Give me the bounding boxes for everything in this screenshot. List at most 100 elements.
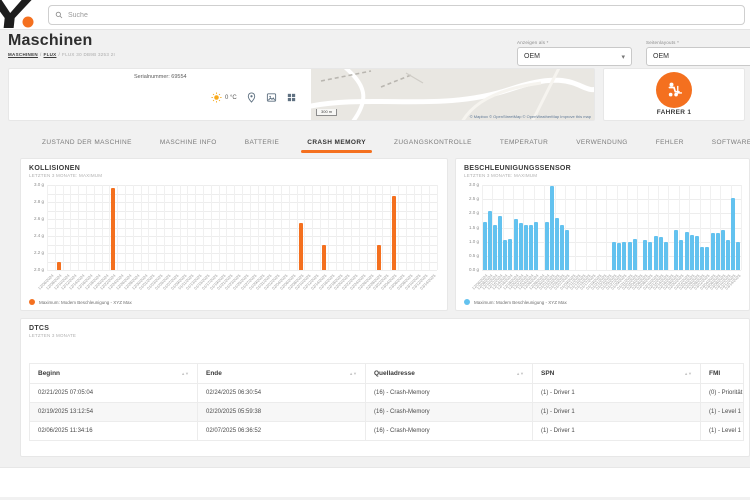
column-header-fmi[interactable]: FMI [701,364,744,384]
tab-maschine-info[interactable]: MASCHINE INFO [146,131,231,153]
tab-temperatur[interactable]: TEMPERATUR [486,131,562,153]
breadcrumb-flux[interactable]: FLUX [44,52,57,57]
image-icon[interactable] [266,92,277,103]
tab-zugangskontrolle[interactable]: ZUGANGSKONTROLLE [380,131,486,153]
y-tick-label: 0.5 g [469,253,479,258]
bar [565,230,569,270]
tab-software[interactable]: SOFTWARE [698,131,750,153]
cell-ende: 02/20/2025 05:59:38 [198,403,366,422]
bar [679,240,683,270]
cell-fmi: (1) - Level 1 [701,403,744,422]
cell-ende: 02/07/2025 06:36:52 [198,422,366,441]
bar [726,240,730,270]
sort-icon[interactable]: ▲▼ [181,372,189,375]
beschleunigungssensor-chart-card: BESCHLEUNIGUNGSSENSOR LETZTEN 3 MONATE: … [455,158,750,311]
legend-dot-icon [464,299,470,305]
bar [503,240,507,270]
weather-section: 0 °C [211,92,297,103]
plot-area [47,185,437,270]
tab-zustand-der-maschine[interactable]: ZUSTAND DER MASCHINE [28,131,146,153]
map-attribution[interactable]: © Mapbox © OpenStreetMap © OpenWeatherMa… [470,114,591,119]
cell-beginn: 02/19/2025 13:12:54 [30,403,198,422]
y-tick-label: 1.5 g [469,225,479,230]
chart-subtitle: LETZTEN 3 MONATE: MAXIMUM [464,173,741,178]
machine-info-card: Serialnummer: 69554 0 °C [8,68,595,121]
bar [685,232,689,270]
legend-label: Maximum: Modem Beschleunigung - XYZ Max [474,300,567,305]
bar [550,186,554,270]
location-map[interactable]: 300 m © Mapbox © OpenStreetMap © OpenWea… [311,69,594,120]
cell-fmi: (0) - Priorität: 0 [701,384,744,403]
cell-quelladresse: (16) - Crash-Memory [366,422,533,441]
bar [674,230,678,270]
bar [633,239,637,270]
y-tick-label: 2.0 g [34,267,44,272]
location-pin-icon[interactable] [246,92,257,103]
bar [555,218,559,270]
y-tick-label: 3.0 g [34,182,44,187]
search-box [48,5,745,25]
footer-bar [0,467,750,497]
kollisionen-chart-card: KOLLISIONEN LETZTEN 3 MONATE: MAXIMUM 3.… [20,158,448,311]
bar [377,245,381,271]
chart-legend: Maximum: Modem Beschleunigung - XYZ Max [464,299,567,305]
tab-fehler[interactable]: FEHLER [642,131,698,153]
bar [736,242,740,270]
chevron-down-icon: ▾ [621,53,625,61]
kollisionen-chart: 3.0 g 2.8 g 2.6 g 2.4 g 2.2 g 2.0 g [29,185,437,270]
chart-title: BESCHLEUNIGUNGSSENSOR [464,165,741,172]
breadcrumb-maschinen[interactable]: MASCHINEN [8,52,38,57]
bar [643,240,647,270]
app-logo[interactable] [0,0,38,32]
column-header-quelladresse[interactable]: Quelladresse▲▼ [366,364,533,384]
tab-crash-memory[interactable]: CRASH MEMORY [293,131,380,153]
sort-icon[interactable]: ▲▼ [349,372,357,375]
seitenlayouts-select[interactable]: OEM [646,47,750,66]
bar [716,233,720,270]
driver-name: FAHRER 1 [604,109,744,116]
cell-beginn: 02/06/2025 11:34:16 [30,422,198,441]
search-input[interactable] [68,12,738,19]
bar [483,222,487,270]
x-logo-icon [0,0,38,32]
cell-fmi: (1) - Level 1 [701,422,744,441]
sort-icon[interactable]: ▲▼ [684,372,692,375]
x-axis: 12/06/202412/08/202412/10/202412/12/2024… [47,270,437,292]
y-tick-label: 2.6 g [34,216,44,221]
bar [659,237,663,270]
legend-dot-icon [29,299,35,305]
serial-number: Serialnummer: 69554 [134,74,187,80]
table-row[interactable]: 02/06/2025 11:34:16 02/07/2025 06:36:52 … [30,422,744,441]
breadcrumb-current: FLUX 30 DB9B 3253 2I [62,52,115,57]
bar [711,233,715,270]
cell-quelladresse: (16) - Crash-Memory [366,403,533,422]
y-tick-label: 2.8 g [34,199,44,204]
bar [648,242,652,270]
anzeigen-als-value: OEM [524,53,540,60]
column-header-beginn[interactable]: Beginn▲▼ [30,364,198,384]
y-tick-label: 2.2 g [34,250,44,255]
bar [493,225,497,270]
sort-icon[interactable]: ▲▼ [516,372,524,375]
tab-batterie[interactable]: BATTERIE [231,131,294,153]
column-header-spn[interactable]: SPN▲▼ [533,364,701,384]
driver-card[interactable]: FAHRER 1 [603,68,745,121]
bar [545,222,549,270]
column-header-ende[interactable]: Ende▲▼ [198,364,366,384]
y-tick-label: 2.0 g [469,210,479,215]
table-row[interactable]: 02/21/2025 07:05:04 02/24/2025 06:30:54 … [30,384,744,403]
seitenlayouts-label: Seitenlayouts * [646,40,750,45]
anzeigen-als-select[interactable]: OEM ▾ [517,47,632,66]
tab-verwendung[interactable]: VERWENDUNG [562,131,642,153]
y-tick-label: 2.4 g [34,233,44,238]
breadcrumb: MASCHINEN/FLUX/FLUX 30 DB9B 3253 2I [8,52,115,57]
cell-ende: 02/24/2025 06:30:54 [198,384,366,403]
bar [498,216,502,270]
plot-area [482,185,741,270]
page-header: Maschinen MASCHINEN/FLUX/FLUX 30 DB9B 32… [8,32,115,57]
y-tick-label: 0.0 g [469,267,479,272]
sun-icon [211,92,222,103]
chart-subtitle: LETZTEN 3 MONATE: MAXIMUM [29,173,439,178]
grid-icon[interactable] [286,92,297,103]
table-row[interactable]: 02/19/2025 13:12:54 02/20/2025 05:59:38 … [30,403,744,422]
